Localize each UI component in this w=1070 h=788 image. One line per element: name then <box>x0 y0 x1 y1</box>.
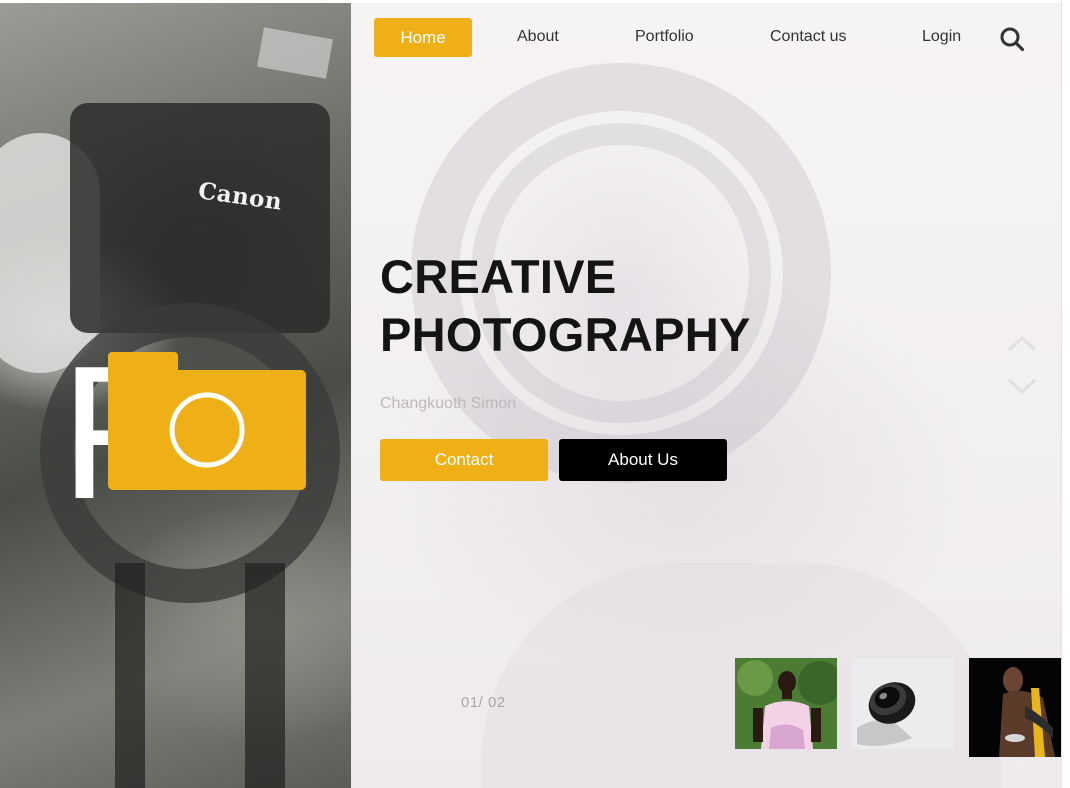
camera-icon[interactable] <box>108 352 308 492</box>
contact-button[interactable]: Contact <box>380 439 548 481</box>
hero-title-line-1: CREATIVE <box>380 250 617 303</box>
photo-strap <box>115 563 285 788</box>
thumbnail-camera-lens[interactable] <box>852 658 954 749</box>
nav-home-button[interactable]: Home <box>374 18 472 57</box>
nav-portfolio-link[interactable]: Portfolio <box>635 28 694 46</box>
chevron-up-icon[interactable] <box>1006 333 1038 353</box>
thumbnail-3-image <box>969 658 1061 757</box>
about-us-button[interactable]: About Us <box>559 439 727 481</box>
nav-login-link[interactable]: Login <box>922 28 961 46</box>
chevron-down-icon[interactable] <box>1006 377 1038 397</box>
search-icon[interactable] <box>999 26 1025 52</box>
nav-about-link[interactable]: About <box>517 28 559 46</box>
hero-title-line-2: PHOTOGRAPHY <box>380 308 751 361</box>
top-border <box>351 0 1061 3</box>
thumbnail-2-image <box>852 658 954 749</box>
photo-hotshoe <box>257 27 333 79</box>
thumbnail-person-yellow-bag[interactable] <box>969 658 1061 757</box>
thumbnail-1-image <box>735 658 837 749</box>
hero-title: CREATIVE PHOTOGRAPHY <box>380 248 751 364</box>
nav-contact-link[interactable]: Contact us <box>770 28 846 46</box>
right-border <box>1061 0 1070 788</box>
photo-camera-body <box>70 103 330 333</box>
hero-subtitle: Changkuoth Simon <box>380 395 517 412</box>
thumbnail-person-pink-shirt[interactable] <box>735 658 837 749</box>
slide-counter: 01/ 02 <box>461 694 506 711</box>
page: Canon F Home About Portfolio Contact us … <box>0 0 1070 788</box>
